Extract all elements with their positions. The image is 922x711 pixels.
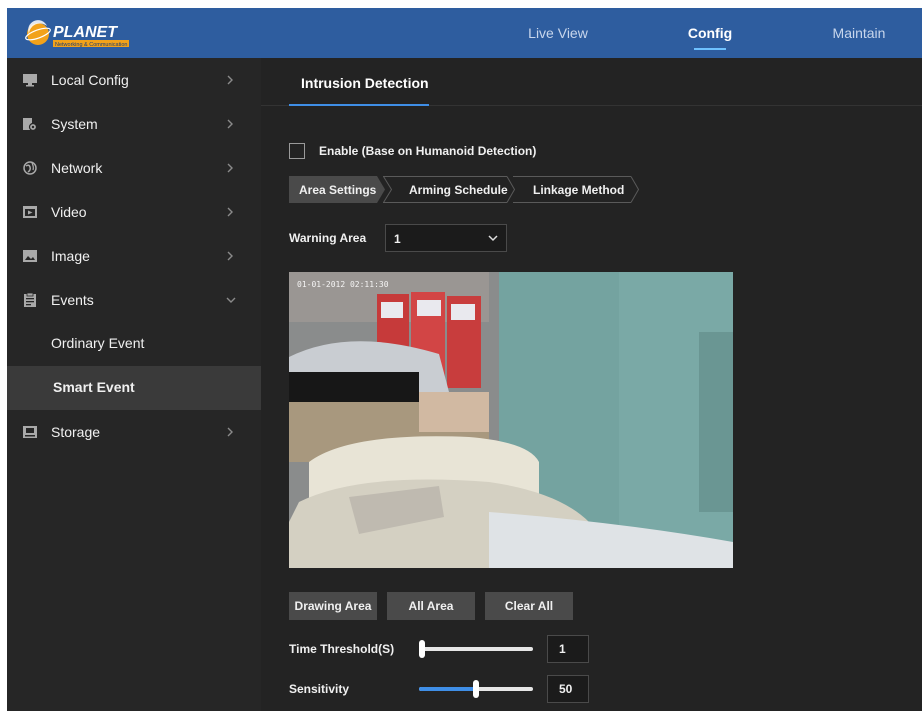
chevron-down-icon (488, 235, 498, 242)
time-threshold-label: Time Threshold(S) (289, 642, 395, 656)
top-bar: PLANET Networking & Communication Live V… (7, 8, 922, 58)
chevron-right-icon (227, 207, 233, 217)
clipboard-icon (24, 293, 36, 307)
chevron-right-icon (227, 119, 233, 129)
slider-thumb[interactable] (473, 680, 479, 698)
chevron-right-icon (227, 251, 233, 261)
drawing-area-button[interactable]: Drawing Area (289, 592, 377, 620)
sensitivity-input[interactable]: 50 (547, 675, 589, 703)
camera-frame-image (289, 272, 733, 568)
svg-text:Networking & Communication: Networking & Communication (55, 42, 127, 48)
sidebar-subitem-smart-event[interactable]: Smart Event (7, 366, 261, 410)
app-window: PLANET Networking & Communication Live V… (7, 8, 922, 711)
sidebar-item-label: Events (51, 292, 94, 308)
chevron-right-icon (227, 75, 233, 85)
sidebar-subitem-ordinary-event[interactable]: Ordinary Event (7, 322, 261, 366)
sidebar-subitem-label: Ordinary Event (51, 335, 145, 351)
tab-intrusion-detection[interactable]: Intrusion Detection (301, 75, 429, 91)
nav-config[interactable]: Config (657, 8, 763, 58)
sensitivity-slider[interactable] (419, 679, 533, 699)
sidebar-item-network[interactable]: Network (7, 146, 261, 190)
nav-maintain[interactable]: Maintain (807, 8, 911, 58)
sensitivity-label: Sensitivity (289, 682, 350, 696)
sidebar-item-label: Local Config (51, 72, 129, 88)
main-panel: Intrusion Detection Enable (Base on Huma… (261, 58, 922, 711)
sidebar-item-label: Network (51, 160, 103, 176)
sidebar: Local Config System Network Video Image … (7, 58, 261, 711)
sidebar-item-label: Storage (51, 424, 101, 440)
slider-fill (419, 687, 476, 691)
time-threshold-slider[interactable] (419, 639, 533, 659)
nav-live-view[interactable]: Live View (507, 8, 609, 58)
camera-preview[interactable]: 01-01-2012 02:11:30 (289, 272, 733, 568)
monitor-icon (23, 74, 37, 87)
sidebar-item-local-config[interactable]: Local Config (7, 58, 261, 102)
sidebar-item-label: System (51, 116, 98, 132)
video-icon (23, 206, 37, 218)
chevron-right-icon (227, 163, 233, 173)
warning-area-select[interactable]: 1 (385, 224, 507, 252)
time-threshold-input[interactable]: 1 (547, 635, 589, 663)
slider-track (419, 647, 533, 651)
sidebar-item-storage[interactable]: Storage (7, 410, 261, 454)
system-gear-icon (23, 118, 37, 131)
active-tab-underline (289, 104, 429, 106)
step-linkage-method[interactable]: Linkage Method (513, 176, 639, 203)
chevron-right-icon (227, 427, 233, 437)
sidebar-item-system[interactable]: System (7, 102, 261, 146)
image-icon (23, 250, 37, 262)
sidebar-item-image[interactable]: Image (7, 234, 261, 278)
slider-thumb[interactable] (419, 640, 425, 658)
nav-active-underline (694, 48, 726, 50)
globe-icon (23, 161, 37, 175)
step-arming-schedule[interactable]: Arming Schedule (383, 176, 515, 203)
enable-label: Enable (Base on Humanoid Detection) (319, 144, 537, 158)
enable-checkbox[interactable] (289, 143, 305, 159)
planet-logo: PLANET Networking & Communication (25, 20, 129, 48)
sidebar-item-label: Video (51, 204, 87, 220)
svg-text:PLANET: PLANET (53, 24, 118, 41)
sidebar-item-label: Image (51, 248, 90, 264)
sidebar-subitem-label: Smart Event (53, 379, 135, 395)
sidebar-item-video[interactable]: Video (7, 190, 261, 234)
video-timestamp: 01-01-2012 02:11:30 (297, 280, 389, 289)
step-area-settings[interactable]: Area Settings (289, 176, 385, 203)
clear-all-button[interactable]: Clear All (485, 592, 573, 620)
all-area-button[interactable]: All Area (387, 592, 475, 620)
warning-area-label: Warning Area (289, 231, 367, 245)
chevron-down-icon (226, 297, 236, 303)
storage-icon (23, 426, 37, 438)
sidebar-item-events[interactable]: Events (7, 278, 261, 322)
